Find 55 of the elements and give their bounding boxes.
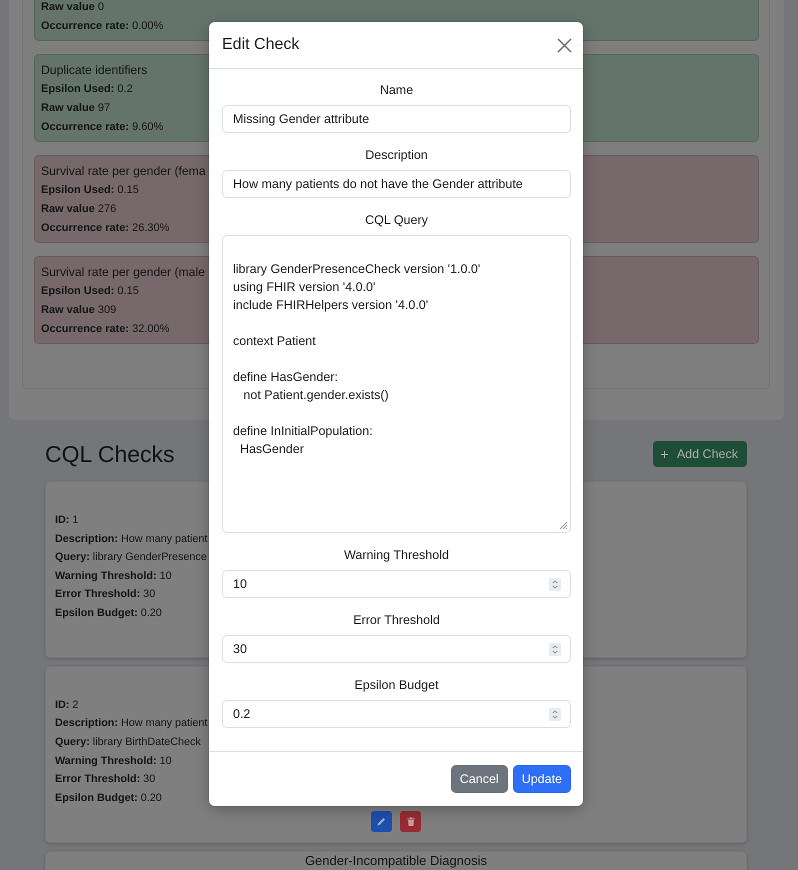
modal-title: Edit Check	[222, 35, 300, 55]
stat-line: Occurrence rate: 26.30%	[41, 221, 170, 236]
text-input[interactable]: How many patients do not have the Gender attribute	[222, 170, 571, 198]
check-detail-line: Epsilon Budget: 0.20	[54, 790, 162, 806]
check-detail-line: Query: library GenderPresence	[54, 550, 207, 566]
cancel-button[interactable]: Cancel	[450, 765, 508, 793]
result-title: Survival rate per gender (male	[41, 264, 205, 281]
spinner-icon[interactable]	[549, 578, 561, 590]
field-label: Epsilon Budget	[354, 677, 439, 694]
number-input[interactable]: 0.2	[222, 700, 571, 728]
check-detail-line: ID: 1	[54, 513, 78, 528]
close-icon	[557, 38, 572, 52]
check-detail-line: Query: library BirthDateCheck	[54, 734, 201, 750]
update-button[interactable]: Update	[512, 765, 571, 793]
number-input[interactable]: 10	[222, 570, 571, 598]
pencil-icon	[377, 817, 386, 826]
stat-line: Raw value 276	[41, 202, 116, 217]
check-detail-line: Warning Threshold: 10	[54, 568, 172, 584]
delete-button[interactable]	[400, 811, 421, 832]
stat-line: Occurrence rate: 32.00%	[41, 322, 170, 337]
stat-line: Raw value 309	[41, 303, 116, 318]
field-label: Name	[380, 82, 414, 99]
check-detail-line: Error Threshold: 30	[54, 587, 156, 602]
check-detail-line: ID: 2	[54, 698, 78, 713]
stat-line: Occurrence rate: 9.60%	[41, 120, 164, 135]
text-input[interactable]: Missing Gender attribute	[222, 105, 571, 133]
result-title: Survival rate per gender (fema	[41, 163, 206, 180]
close-button[interactable]	[557, 38, 572, 52]
add-check-button[interactable]: Add Check	[652, 441, 747, 467]
check-detail-line: Warning Threshold: 10	[54, 754, 172, 769]
check-detail-line: Description: How many patient	[54, 532, 208, 547]
check-title: Gender-Incompatible Diagnosis	[304, 852, 488, 868]
section-heading: CQL Checks	[45, 441, 175, 467]
stat-line: Occurrence rate: 0.00%	[41, 19, 164, 34]
field-label: Error Threshold	[353, 612, 440, 629]
field-label: Description	[365, 147, 428, 164]
stat-line: Epsilon Used: 0.15	[41, 284, 139, 299]
query-textarea[interactable]: library GenderPresenceCheck version '1.0.0' using FHIR version '4.0.0' include FHIRHelpers version '4.0.0' context Patient define HasGender: not Patient.gender.exists() define InInitialPopulation: HasGender	[222, 235, 571, 533]
field-label: CQL Query	[365, 212, 428, 229]
trash-icon	[406, 817, 414, 826]
check-detail-line: Error Threshold: 30	[54, 772, 156, 788]
stat-line: Epsilon Used: 0.2	[41, 82, 133, 97]
check-detail-line: Epsilon Budget: 0.20	[54, 606, 162, 621]
resize-grip-icon[interactable]	[559, 521, 567, 529]
result-title: Duplicate identifiers	[41, 62, 148, 79]
stat-line: Epsilon Used: 0.15	[41, 183, 139, 198]
stat-line: Raw value 0	[41, 0, 104, 15]
stat-line: Raw value 97	[41, 101, 110, 116]
edit-button[interactable]	[371, 811, 392, 832]
check-detail-line: Description: How many patient	[54, 716, 208, 732]
field-label: Warning Threshold	[344, 547, 449, 564]
plus-icon	[660, 450, 668, 458]
spinner-icon[interactable]	[549, 642, 561, 656]
spinner-icon[interactable]	[549, 708, 561, 720]
number-input[interactable]: 30	[222, 635, 571, 663]
